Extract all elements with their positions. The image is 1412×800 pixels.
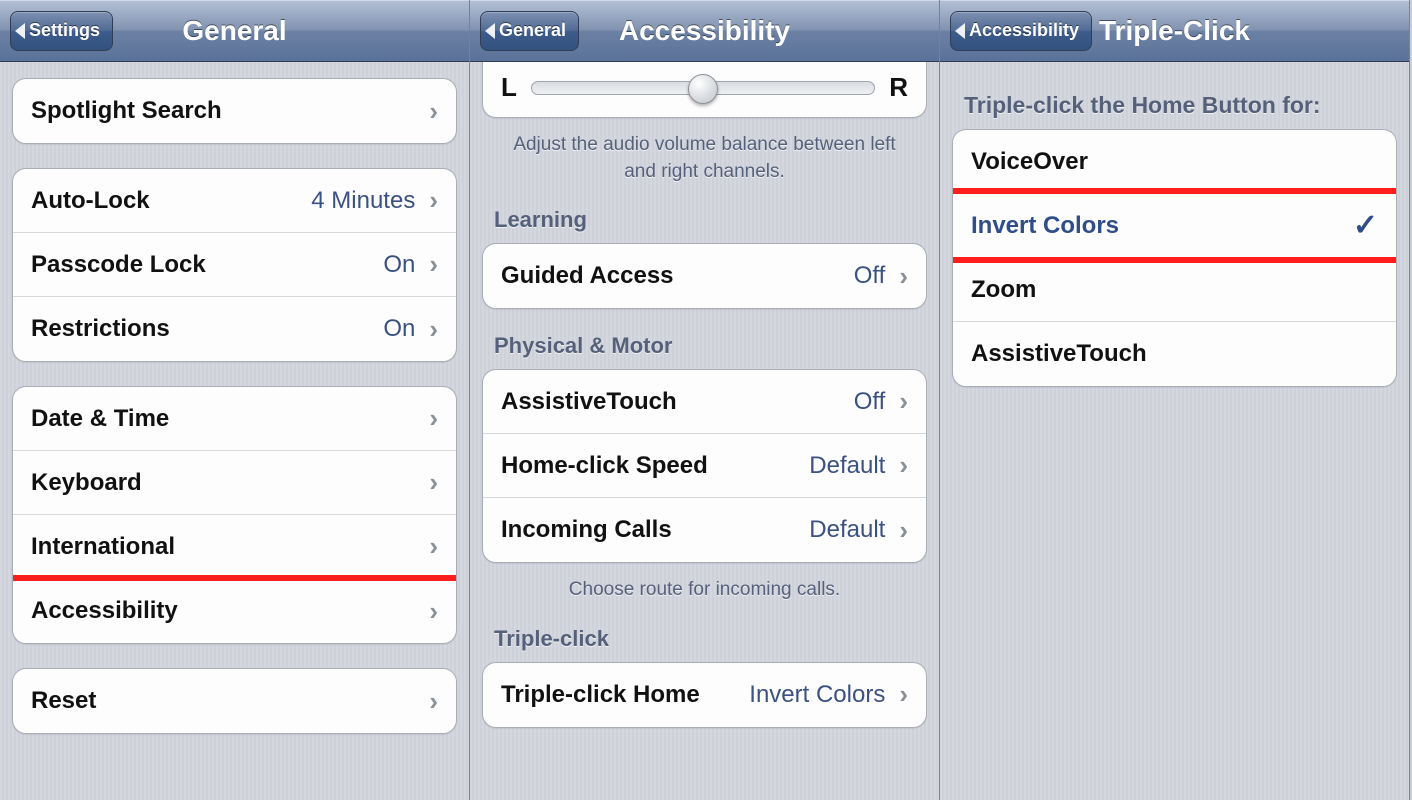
back-label: General <box>499 20 566 41</box>
chevron-right-icon: › <box>429 596 438 627</box>
back-label: Settings <box>29 20 100 41</box>
incoming-calls-note: Choose route for incoming calls. <box>502 577 907 604</box>
row-date-time[interactable]: Date & Time › <box>13 387 456 451</box>
back-button-accessibility[interactable]: Accessibility <box>950 11 1092 51</box>
option-invert-colors[interactable]: Invert Colors ✓ <box>953 194 1396 258</box>
row-international[interactable]: International › <box>13 515 456 579</box>
back-button-general[interactable]: General <box>480 11 579 51</box>
row-passcode-lock[interactable]: Passcode Lock On › <box>13 233 456 297</box>
row-value: Off <box>854 262 896 290</box>
navbar-accessibility: General Accessibility <box>470 0 939 62</box>
row-home-click-speed[interactable]: Home-click Speed Default › <box>483 434 926 498</box>
row-reset[interactable]: Reset › <box>13 669 456 733</box>
chevron-right-icon: › <box>899 386 908 417</box>
row-label: Guided Access <box>501 262 674 290</box>
group-audio-balance: L R <box>482 62 927 118</box>
row-audio-balance: L R <box>483 62 926 117</box>
page-title: Accessibility <box>619 15 790 47</box>
chevron-right-icon: › <box>899 679 908 710</box>
row-incoming-calls[interactable]: Incoming Calls Default › <box>483 498 926 562</box>
group-spotlight: Spotlight Search › <box>12 78 457 144</box>
chevron-right-icon: › <box>429 686 438 717</box>
option-voiceover[interactable]: VoiceOver <box>953 130 1396 194</box>
row-value: Default <box>809 516 895 544</box>
chevron-right-icon: › <box>429 403 438 434</box>
chevron-right-icon: › <box>429 531 438 562</box>
row-label: Accessibility <box>31 597 178 625</box>
row-label: Auto-Lock <box>31 187 150 215</box>
row-label: Passcode Lock <box>31 251 206 279</box>
row-auto-lock[interactable]: Auto-Lock 4 Minutes › <box>13 169 456 233</box>
row-label: Triple-click Home <box>501 681 700 709</box>
option-assistivetouch[interactable]: AssistiveTouch <box>953 322 1396 386</box>
row-label: VoiceOver <box>971 148 1088 176</box>
row-value: Invert Colors <box>749 681 895 709</box>
row-keyboard[interactable]: Keyboard › <box>13 451 456 515</box>
row-label: Date & Time <box>31 405 169 433</box>
row-label: International <box>31 533 175 561</box>
chevron-right-icon: › <box>429 96 438 127</box>
row-label: Spotlight Search <box>31 97 222 125</box>
page-title: General <box>182 15 286 47</box>
chevron-right-icon: › <box>429 314 438 345</box>
row-label: Restrictions <box>31 315 170 343</box>
slider-left-label: L <box>501 72 517 103</box>
panel-triple-click: Accessibility Triple-Click Triple-click … <box>940 0 1410 800</box>
row-value: Default <box>809 452 895 480</box>
row-label: AssistiveTouch <box>501 388 677 416</box>
row-value: On <box>383 315 425 343</box>
row-guided-access[interactable]: Guided Access Off › <box>483 244 926 308</box>
section-header-tripleclick: Triple-click <box>494 626 919 652</box>
panel-accessibility: General Accessibility L R Adjust the aud… <box>470 0 940 800</box>
row-accessibility[interactable]: Accessibility › <box>13 579 456 643</box>
back-button-settings[interactable]: Settings <box>10 11 113 51</box>
audio-balance-note: Adjust the audio volume balance between … <box>502 132 907 185</box>
row-assistivetouch[interactable]: AssistiveTouch Off › <box>483 370 926 434</box>
row-label: Keyboard <box>31 469 142 497</box>
chevron-right-icon: › <box>429 185 438 216</box>
chevron-right-icon: › <box>899 515 908 546</box>
section-header-triple-click-for: Triple-click the Home Button for: <box>964 92 1389 119</box>
navbar-general: Settings General <box>0 0 469 62</box>
row-label: Invert Colors <box>971 212 1119 240</box>
group-security: Auto-Lock 4 Minutes › Passcode Lock On ›… <box>12 168 457 362</box>
row-triple-click-home[interactable]: Triple-click Home Invert Colors › <box>483 663 926 727</box>
row-label: Reset <box>31 687 96 715</box>
group-system: Date & Time › Keyboard › International ›… <box>12 386 457 644</box>
group-reset: Reset › <box>12 668 457 734</box>
chevron-right-icon: › <box>899 450 908 481</box>
slider-right-label: R <box>889 72 908 103</box>
group-learning: Guided Access Off › <box>482 243 927 309</box>
content-accessibility: L R Adjust the audio volume balance betw… <box>470 62 939 800</box>
section-header-physical: Physical & Motor <box>494 333 919 359</box>
group-triple-click: Triple-click Home Invert Colors › <box>482 662 927 728</box>
chevron-right-icon: › <box>429 249 438 280</box>
row-spotlight-search[interactable]: Spotlight Search › <box>13 79 456 143</box>
row-restrictions[interactable]: Restrictions On › <box>13 297 456 361</box>
panel-general: Settings General Spotlight Search › Auto… <box>0 0 470 800</box>
row-label: Incoming Calls <box>501 516 672 544</box>
group-triple-click-options: VoiceOver Invert Colors ✓ Zoom Assistive… <box>952 129 1397 387</box>
row-value: On <box>383 251 425 279</box>
section-header-learning: Learning <box>494 207 919 233</box>
content-triple-click: Triple-click the Home Button for: VoiceO… <box>940 62 1409 800</box>
row-label: Home-click Speed <box>501 452 708 480</box>
row-label: AssistiveTouch <box>971 340 1147 368</box>
page-title: Triple-Click <box>1099 15 1250 47</box>
row-value: Off <box>854 388 896 416</box>
group-physical-motor: AssistiveTouch Off › Home-click Speed De… <box>482 369 927 563</box>
navbar-triple-click: Accessibility Triple-Click <box>940 0 1409 62</box>
option-zoom[interactable]: Zoom <box>953 258 1396 322</box>
slider-thumb-icon[interactable] <box>688 74 718 104</box>
content-general: Spotlight Search › Auto-Lock 4 Minutes ›… <box>0 62 469 800</box>
chevron-right-icon: › <box>899 261 908 292</box>
row-label: Zoom <box>971 276 1036 304</box>
balance-slider[interactable] <box>531 81 875 95</box>
row-value: 4 Minutes <box>311 187 425 215</box>
checkmark-icon: ✓ <box>1353 208 1378 243</box>
chevron-right-icon: › <box>429 467 438 498</box>
back-label: Accessibility <box>969 20 1079 41</box>
